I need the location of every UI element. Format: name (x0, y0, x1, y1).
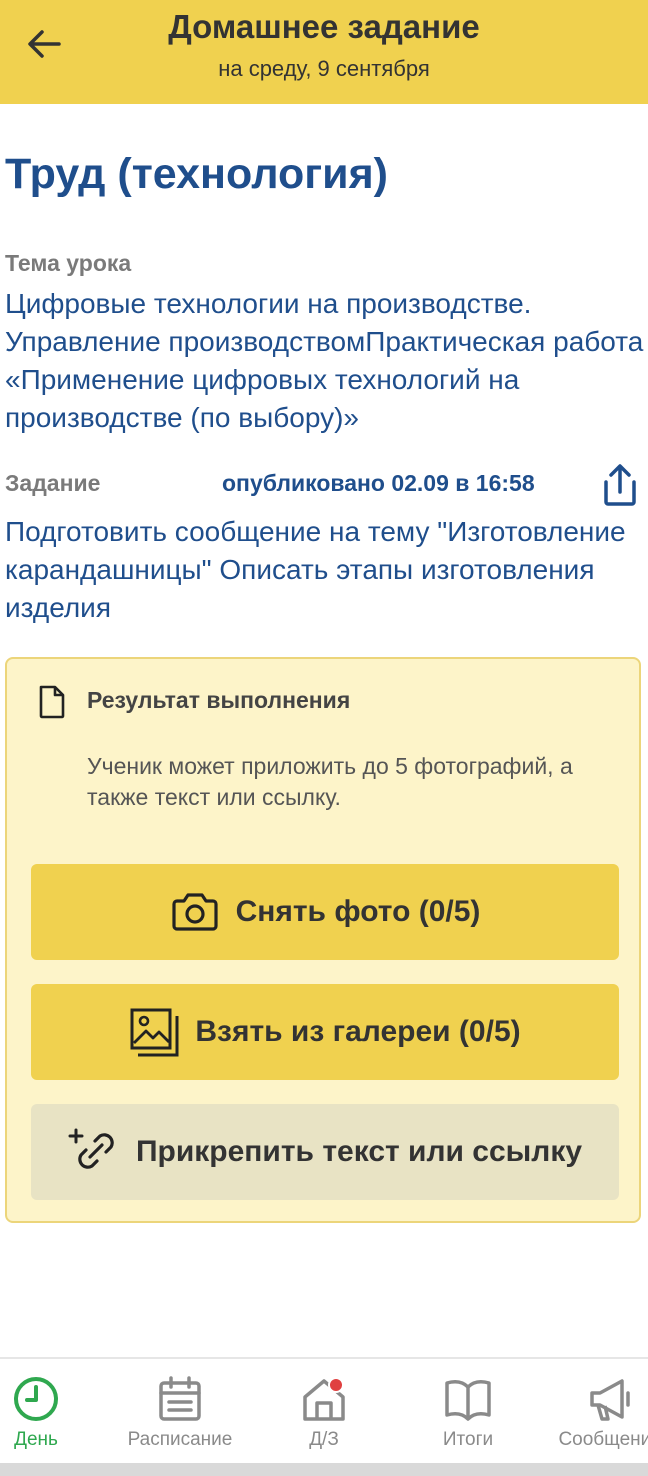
task-label: Задание (5, 470, 101, 496)
take-photo-label: Снять фото (0/5) (235, 895, 481, 928)
subject-title: Труд (технология) (5, 150, 388, 198)
nav-item-homework[interactable]: Д/З (259, 1375, 389, 1451)
bottom-nav: День Расписание Д/З Итоги Сообщени (0, 1357, 648, 1465)
megaphone-icon (590, 1379, 630, 1421)
nav-item-day[interactable]: День (0, 1375, 101, 1451)
system-nav-bar (0, 1463, 648, 1476)
result-panel: Результат выполнения Ученик может прилож… (5, 657, 641, 1223)
nav-item-schedule[interactable]: Расписание (115, 1375, 245, 1451)
task-text: Подготовить сообщение на тему "Изготовле… (5, 516, 626, 623)
notification-badge (328, 1377, 344, 1393)
book-icon (445, 1380, 491, 1421)
app-header: Домашнее задание на среду, 9 сентября (0, 0, 648, 104)
share-icon (604, 464, 636, 506)
gallery-icon (130, 1008, 179, 1057)
link-plus-icon (68, 1128, 114, 1169)
page-title: Домашнее задание (168, 8, 480, 45)
nav-item-messages[interactable]: Сообщения (545, 1375, 648, 1451)
take-photo-button[interactable]: Снять фото (0/5) (31, 864, 619, 960)
gallery-label: Взять из галереи (0/5) (195, 1015, 521, 1048)
topic-label: Тема урока (5, 250, 132, 276)
topic-text: Цифровые технологии на производстве. Упр… (5, 288, 644, 433)
nav-label-day: День (14, 1429, 58, 1450)
attach-link-button[interactable]: Прикрепить текст или ссылку (31, 1104, 619, 1200)
nav-item-results[interactable]: Итоги (403, 1375, 533, 1451)
camera-icon (171, 893, 218, 931)
clock-icon (14, 1377, 58, 1421)
result-title: Результат выполнения (87, 687, 351, 713)
share-button[interactable] (598, 462, 642, 508)
nav-label-messages: Сообщения (558, 1429, 648, 1450)
calendar-icon (159, 1376, 201, 1421)
published-date: опубликовано 02.09 в 16:58 (222, 470, 535, 496)
page-subtitle: на среду, 9 сентября (218, 56, 430, 81)
attach-link-label: Прикрепить текст или ссылку (135, 1135, 583, 1168)
nav-label-results: Итоги (442, 1429, 494, 1450)
nav-label-homework: Д/З (309, 1429, 339, 1450)
gallery-button[interactable]: Взять из галереи (0/5) (31, 984, 619, 1080)
result-description: Ученик может приложить до 5 фотографий, … (87, 753, 573, 810)
document-icon (39, 685, 65, 719)
nav-label-schedule: Расписание (127, 1429, 233, 1450)
